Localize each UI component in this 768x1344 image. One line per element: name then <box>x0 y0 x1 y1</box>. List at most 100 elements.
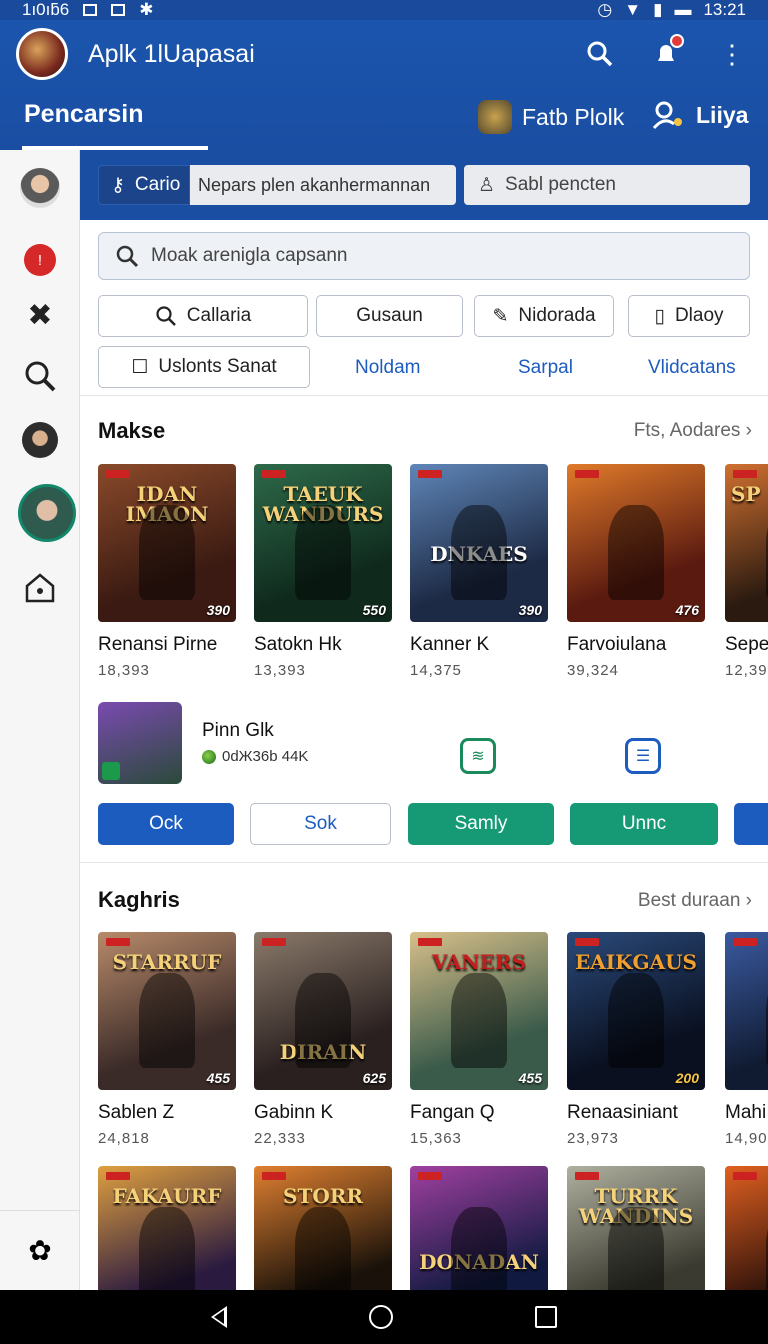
section-link-best[interactable]: Best duraan › <box>638 890 752 912</box>
game-card[interactable]: IDAN IMAON 390 Renansi Pirne 18,393 <box>98 464 236 679</box>
game-count: 12,39 <box>725 662 768 679</box>
chip-uslonts-sanat[interactable]: ☐ Uslonts Sanat <box>98 346 310 388</box>
game-name: Mahi <box>725 1102 767 1123</box>
chip-nidorada-label: Nidorada <box>518 305 596 326</box>
game-count: 13,393 <box>254 662 306 679</box>
link-sarpal[interactable]: Sarpal <box>518 357 573 379</box>
divider <box>80 862 768 863</box>
game-card[interactable]: FAKAURF <box>98 1166 236 1290</box>
game-count: 39,324 <box>567 662 619 679</box>
chip-dlaoy[interactable]: ▯ Dlaoy <box>628 295 750 337</box>
game-card[interactable]: STORR <box>254 1166 392 1290</box>
recents-icon[interactable] <box>535 1306 557 1328</box>
unnc-button[interactable]: Unnc <box>570 803 718 845</box>
chip-dlaoy-label: Dlaoy <box>674 305 724 326</box>
game-name: Farvoiulana <box>567 634 667 655</box>
chat-icon[interactable]: ☰ <box>625 738 661 774</box>
cover-title: SP <box>731 482 761 506</box>
alarm-icon: ◷ <box>597 0 613 19</box>
cover-number: 550 <box>362 602 386 618</box>
chip-callaria[interactable]: Callaria <box>98 295 308 337</box>
filter-input-primary[interactable]: Nepars plen akanhermannan <box>190 165 456 205</box>
featured-thumbnail[interactable] <box>98 702 182 784</box>
game-cover: TAEUK WANDURS 550 <box>254 464 392 622</box>
game-card[interactable]: DONADAN <box>410 1166 548 1290</box>
game-cover: DONADAN <box>410 1166 548 1290</box>
chip-gusaun-label: Gusaun <box>356 305 423 326</box>
game-card[interactable]: TAEUK WANDURS 550 Satokn Hk 13,393 <box>254 464 392 679</box>
game-card[interactable]: TURRK WANDINS <box>567 1166 705 1290</box>
game-cover: VANERS 455 <box>410 932 548 1090</box>
cover-number: 455 <box>518 1070 542 1086</box>
main-content: ⚷ Cario Nepars plen akanhermannan ♙ Sabl… <box>80 150 768 1290</box>
game-card[interactable]: EAIKGAUS 200 Renaasiniant 23,973 <box>567 932 705 1147</box>
search-icon[interactable] <box>584 38 616 70</box>
notification-icon[interactable] <box>650 34 684 70</box>
game-card[interactable]: SP Sepe 12,39 <box>725 464 768 679</box>
person-icon: ♙ <box>478 174 496 196</box>
game-name: Renansi Pirne <box>98 634 218 655</box>
app-logo-avatar[interactable] <box>16 28 68 80</box>
tab-fatb-plolk[interactable]: Fatb Plolk <box>478 100 624 134</box>
game-count: 23,973 <box>567 1130 619 1147</box>
game-card[interactable]: 476 Farvoiulana 39,324 <box>567 464 705 679</box>
game-card[interactable]: DNKAES 390 Kanner K 14,375 <box>410 464 548 679</box>
game-card[interactable]: VANERS 455 Fangan Q 15,363 <box>410 932 548 1147</box>
tab-liiya[interactable]: Liiya <box>652 100 748 130</box>
cover-title: STORR <box>283 1184 363 1208</box>
section-title-kaghris: Kaghris <box>98 887 180 912</box>
home-button-icon[interactable] <box>369 1305 393 1329</box>
more-menu-icon[interactable]: ⋮ <box>716 38 748 70</box>
tab2-label: Fatb Plolk <box>522 103 625 130</box>
status-time: 13:21 <box>703 0 746 19</box>
tab-pencarsin[interactable]: Pencarsin <box>24 100 144 129</box>
search-input[interactable]: Moak arenigla capsann <box>98 232 750 280</box>
filter-input-secondary[interactable]: ♙ Sabl pencten <box>464 165 750 205</box>
game-cover: DIRAIN 625 <box>254 932 392 1090</box>
sidebar-avatar-user1[interactable] <box>20 168 60 208</box>
link-noldam[interactable]: Noldam <box>355 357 420 379</box>
more-button[interactable] <box>734 803 768 845</box>
game-cover: STARRUF 455 <box>98 932 236 1090</box>
pencil-icon: ✎ <box>492 305 509 327</box>
game-card[interactable]: Mahi 14,90 <box>725 932 768 1147</box>
sidebar-avatar-user2[interactable] <box>22 422 58 458</box>
chip-nidorada[interactable]: ✎ Nidorada <box>474 295 614 337</box>
game-name: Kanner K <box>410 634 490 655</box>
game-cover <box>725 932 768 1090</box>
link-vlidcatans[interactable]: Vlidcatans <box>648 357 736 379</box>
game-card[interactable]: DIRAIN 625 Gabinn K 22,333 <box>254 932 392 1147</box>
screenshot-icon <box>111 4 126 16</box>
sidebar: ! ✖ ✿ <box>0 150 80 1290</box>
sidebar-bottom-apps-icon[interactable]: ✿ <box>0 1210 80 1290</box>
chip-gusaun[interactable]: Gusaun <box>316 295 463 337</box>
section1-link-label: Fts, Aodares <box>633 420 741 441</box>
stack-icon[interactable]: ≋ <box>460 738 496 774</box>
sidebar-item-alert[interactable]: ! <box>20 240 60 280</box>
cover-number: 455 <box>206 1070 230 1086</box>
filter-chip-label: Cario <box>134 174 181 195</box>
featured-meta-text: 0dЖ36b 44K <box>222 748 309 765</box>
samly-button[interactable]: Samly <box>408 803 554 845</box>
alert-icon: ! <box>24 244 56 276</box>
sok-button[interactable]: Sok <box>250 803 391 845</box>
search-placeholder: Moak arenigla capsann <box>151 245 348 266</box>
game-card[interactable]: STARRUF 455 Sablen Z 24,818 <box>98 932 236 1147</box>
cover-title: EAIKGAUS <box>575 950 697 974</box>
section-link-see-all[interactable]: Fts, Aodares › <box>634 420 752 442</box>
game-card[interactable] <box>725 1166 768 1290</box>
cover-number: 625 <box>362 1070 386 1086</box>
back-icon[interactable] <box>211 1306 227 1328</box>
filter-chip-cario[interactable]: ⚷ Cario <box>98 165 190 205</box>
checkbox-icon[interactable]: ☐ <box>131 356 148 379</box>
tab3-label: Liiya <box>696 101 749 128</box>
sidebar-avatar-user3[interactable] <box>18 484 76 542</box>
tools-icon[interactable]: ✖ <box>20 295 60 335</box>
system-nav-bar <box>0 1290 768 1344</box>
game-cover: EAIKGAUS 200 <box>567 932 705 1090</box>
cover-number: 390 <box>206 602 230 618</box>
wifi-icon: ▼ <box>624 0 642 19</box>
home-icon[interactable] <box>20 568 60 608</box>
sidebar-search-icon[interactable] <box>20 356 60 396</box>
ock-button[interactable]: Ock <box>98 803 234 845</box>
